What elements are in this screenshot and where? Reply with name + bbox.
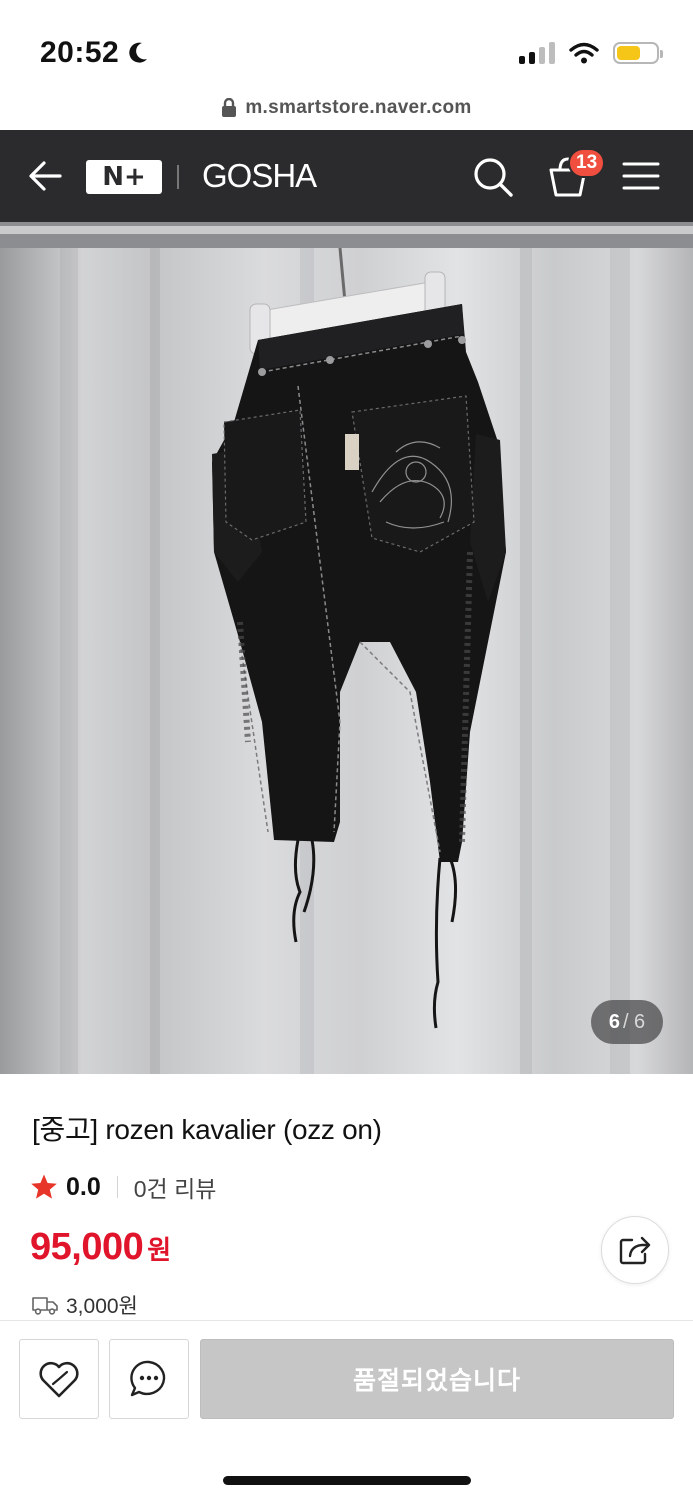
wishlist-button[interactable] [19,1339,99,1419]
address-bar[interactable]: m.smartstore.naver.com [0,88,693,128]
rating-divider [116,1176,118,1198]
cart-count-badge: 13 [568,148,606,178]
wifi-icon [569,42,599,64]
rating-row[interactable]: 0.0 0건 리뷰 [30,1170,216,1204]
delivery-truck-icon [32,1297,58,1315]
wishlist-heart-icon [39,1361,79,1398]
review-count[interactable]: 0건 리뷰 [134,1170,217,1204]
battery-icon [613,42,663,64]
product-image[interactable] [0,222,693,1074]
star-icon [31,1174,57,1199]
product-photo-illustration [0,222,693,1074]
store-brand-name[interactable]: GOSHA [202,157,317,195]
price: 95,000 원 [30,1226,171,1269]
talk-chat-icon [130,1360,166,1397]
image-counter-current: 6 [608,1010,620,1033]
price-currency: 원 [147,1235,172,1265]
cellular-signal-icon [519,42,555,64]
url-text: m.smartstore.naver.com [245,97,472,118]
lock-icon [222,98,237,117]
menu-icon[interactable] [622,160,660,192]
share-button[interactable] [601,1216,669,1284]
rating-score: 0.0 [66,1172,101,1201]
hanger-hook [338,247,347,303]
share-icon [619,1236,651,1265]
naver-plus-logo[interactable]: N+ [86,160,162,194]
back-arrow-icon[interactable] [26,158,66,194]
status-bar: 20:52 [0,0,693,88]
status-indicators [519,42,663,64]
bottom-action-bar: 품절되었습니다 [0,1320,693,1500]
hanging-rail [0,222,693,248]
label-tag [345,434,359,470]
header-divider [177,165,179,189]
clock: 20:52 [40,36,120,69]
home-indicator[interactable] [223,1476,471,1485]
image-counter: 6 / 6 [591,1000,663,1044]
price-value: 95,000 [30,1226,144,1268]
image-counter-total: / 6 [622,1010,646,1033]
soldout-button[interactable]: 품절되었습니다 [200,1339,674,1419]
talk-button[interactable] [109,1339,189,1419]
shipping-info: 3,000원 [32,1290,138,1320]
product-title: [중고] rozen kavalier (ozz on) [32,1114,382,1145]
battery-fill [617,46,640,60]
status-time: 20:52 [40,36,149,70]
pants [212,304,506,1029]
logo-text: N+ [102,162,146,192]
search-icon[interactable] [472,156,514,198]
moon-icon [129,42,148,63]
shipping-fee: 3,000원 [66,1295,138,1318]
